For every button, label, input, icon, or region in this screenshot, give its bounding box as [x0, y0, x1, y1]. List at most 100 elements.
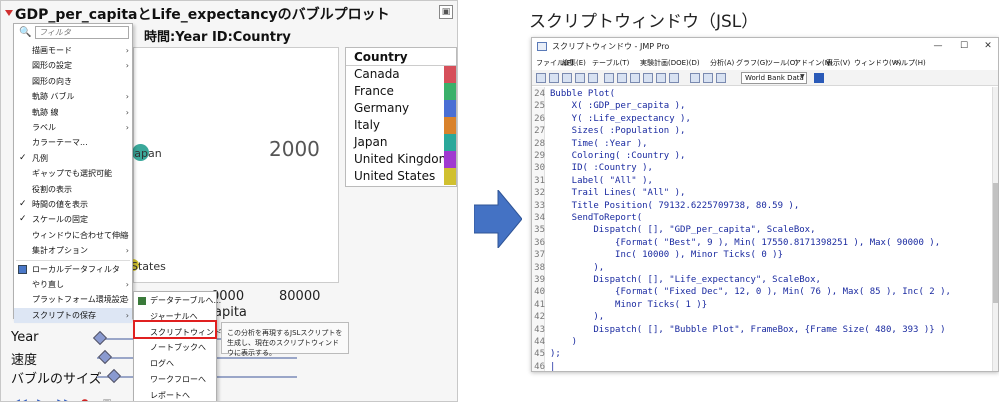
new-script-icon[interactable] [549, 73, 559, 83]
code-line[interactable]: Trail Lines( "All" ), [550, 188, 686, 198]
play-icon[interactable]: ▶ [35, 398, 46, 401]
save-icon[interactable] [588, 73, 598, 83]
format-icon[interactable] [656, 73, 666, 83]
code-line[interactable]: Minor Ticks( 1 )} [550, 300, 707, 310]
code-line[interactable]: Dispatch( [], "Bubble Plot", FrameBox, {… [550, 325, 945, 335]
code-line[interactable]: Title Position( 79132.6225709738, 80.59 … [550, 201, 800, 211]
menu-item[interactable]: ギャップでも選択可能 [14, 166, 132, 181]
legend-item[interactable]: Germany [346, 100, 456, 117]
code-line[interactable]: Y( :Life_expectancy ), [550, 114, 691, 124]
line-number: 34 [534, 213, 545, 223]
minimize-button[interactable]: — [926, 39, 950, 54]
copy-icon[interactable] [617, 73, 627, 83]
code-line[interactable]: Coloring( :Country ), [550, 151, 686, 161]
menu-item[interactable]: ✓ スケールの固定 [14, 212, 132, 227]
new-icon[interactable] [536, 73, 546, 83]
menubar-item[interactable]: 分析(A) [710, 58, 734, 68]
tools-icon[interactable] [716, 73, 726, 83]
menubar-item[interactable]: グラフ(G) [736, 58, 768, 68]
code-line[interactable]: ID( :Country ), [550, 163, 653, 173]
menu-item[interactable]: 集計オプション › [14, 243, 132, 258]
legend-item-label: France [354, 84, 394, 98]
red-triangle-menu-icon[interactable] [5, 10, 13, 16]
legend-item[interactable]: United States [346, 168, 456, 185]
scrollbar-thumb[interactable] [993, 183, 998, 303]
maximize-button[interactable]: ☐ [952, 39, 976, 54]
menu-item[interactable]: カラーテーマ... [14, 135, 132, 150]
pin-icon[interactable]: ▣ [439, 5, 453, 19]
code-line[interactable]: SendToReport( [550, 213, 642, 223]
legend-item[interactable]: Italy [346, 117, 456, 134]
menubar-item[interactable]: 実験計画(DOE)(D) [640, 58, 700, 68]
close-button[interactable]: ✕ [976, 39, 998, 54]
legend-item[interactable]: France [346, 83, 456, 100]
menu-item[interactable]: 図形の向き [14, 74, 132, 89]
search-icon[interactable] [669, 73, 679, 83]
lock-icon[interactable] [643, 73, 653, 83]
code-line[interactable]: Dispatch( [], "Life_expectancy", ScaleBo… [550, 275, 821, 285]
year-slider-handle[interactable] [92, 330, 108, 346]
jmp-report-panel: GDP_per_capitaとLife_expectancyのバブルプロット ▣… [0, 0, 458, 402]
code-line[interactable]: Bubble Plot( [550, 89, 615, 99]
legend-item[interactable]: Japan [346, 134, 456, 151]
line-number: 39 [534, 275, 545, 285]
menubar-item[interactable]: ヘルプ(H) [894, 58, 926, 68]
menu-item[interactable]: やり直し › [14, 277, 132, 292]
menu-item[interactable]: 役割の表示 [14, 182, 132, 197]
debug-icon[interactable] [703, 73, 713, 83]
cut-icon[interactable] [604, 73, 614, 83]
submenu-item[interactable]: ワークフローへ [134, 372, 216, 388]
menubar-item[interactable]: テーブル(T) [592, 58, 629, 68]
code-line[interactable]: Sizes( :Population ), [550, 126, 686, 136]
submenu-item[interactable]: ノートブックへ [134, 340, 216, 356]
code-line[interactable]: {Format( "Fixed Dec", 12, 0 ), Min( 76 )… [550, 287, 951, 297]
menu-item[interactable]: 軌跡 線 › [14, 105, 132, 120]
step-back-icon[interactable]: ◀◀ [13, 398, 27, 401]
open-table-icon[interactable] [575, 73, 585, 83]
code-line[interactable]: | [550, 362, 555, 371]
code-line[interactable]: ), [550, 263, 604, 273]
open-icon[interactable] [562, 73, 572, 83]
save-icon[interactable]: ▣ [101, 398, 112, 401]
submenu-item[interactable]: レポートへ [134, 388, 216, 401]
speed-slider-handle[interactable] [97, 349, 113, 365]
code-line[interactable]: Time( :Year ), [550, 139, 648, 149]
menu-item[interactable]: ✓ 時間の値を表示 [14, 197, 132, 212]
code-line[interactable]: Label( "All" ), [550, 176, 653, 186]
menubar-item[interactable]: 編集(E) [562, 58, 586, 68]
menu-item[interactable]: ラベル › [14, 120, 132, 135]
code-editor[interactable]: 24 Bubble Plot(25 X( :GDP_per_capita ), 26… [532, 87, 998, 371]
bubble-size-slider-handle[interactable] [106, 368, 122, 384]
menu-item[interactable]: 描画モード › [14, 43, 132, 58]
chevron-right-icon: › [125, 107, 129, 117]
code-line[interactable]: Dispatch( [], "GDP_per_capita", ScaleBox… [550, 225, 815, 235]
menubar-item[interactable]: 表示(V) [826, 58, 850, 68]
step-forward-icon[interactable]: ▶▶ [57, 398, 71, 401]
record-icon[interactable]: ● [79, 398, 90, 401]
code-line[interactable]: X( :GDP_per_capita ), [550, 101, 686, 111]
menu-item[interactable]: ローカルデータフィルタ [14, 262, 132, 277]
menu-item[interactable]: スクリプトの保存 › [14, 307, 132, 323]
data-table-select[interactable]: World Bank Data [741, 72, 807, 84]
menu-item[interactable]: ウィンドウに合わせて伸縮 › [14, 228, 132, 243]
menu-item[interactable]: 図形の設定 › [14, 58, 132, 73]
table-settings-icon[interactable] [814, 73, 824, 83]
code-line[interactable]: ) [550, 337, 577, 347]
bubble-plot-frame[interactable] [133, 47, 339, 283]
menu-item[interactable]: ✓ 凡例 [14, 151, 132, 166]
run-icon[interactable] [690, 73, 700, 83]
vertical-scrollbar[interactable] [992, 87, 998, 371]
submenu-item[interactable]: データテーブルへ... [134, 293, 221, 309]
paste-icon[interactable] [630, 73, 640, 83]
legend-item[interactable]: Canada [346, 66, 456, 83]
menu-filter-input[interactable] [35, 26, 129, 39]
code-line[interactable]: ), [550, 312, 604, 322]
menu-item-label: プラットフォーム環境設定 [32, 295, 128, 305]
menu-item[interactable]: プラットフォーム環境設定 › [14, 292, 132, 307]
submenu-item[interactable]: ログへ [134, 356, 216, 372]
code-line[interactable]: ); [550, 349, 561, 359]
code-line[interactable]: Inc( 10000 ), Minor Ticks( 0 )} [550, 250, 783, 260]
menu-item[interactable]: 軌跡 バブル › [14, 89, 132, 104]
legend-item[interactable]: United Kingdom [346, 151, 456, 168]
code-line[interactable]: {Format( "Best", 9 ), Min( 17550.8171398… [550, 238, 940, 248]
